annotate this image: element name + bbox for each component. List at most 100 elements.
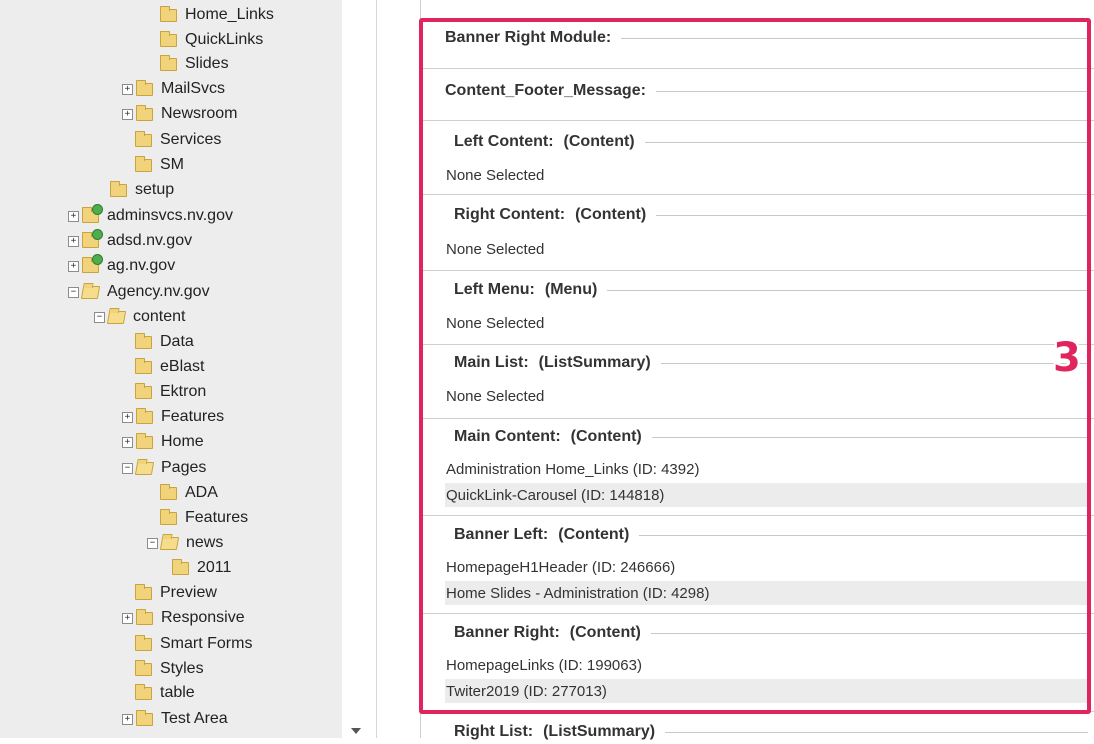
folder-icon <box>160 483 177 500</box>
expand-icon[interactable]: + <box>68 235 79 247</box>
folder-icon <box>160 5 177 22</box>
globe-icon <box>92 228 103 240</box>
tree-item-setup[interactable]: setup <box>110 178 174 202</box>
tree-item-table[interactable]: table <box>135 681 195 705</box>
section-title: Right List: <box>454 723 534 740</box>
annotation-highlight-box <box>419 18 1091 714</box>
pane-divider[interactable] <box>376 0 377 738</box>
tree-item-ektron[interactable]: Ektron <box>135 380 206 404</box>
tree-item-label: news <box>186 534 224 551</box>
globe-icon <box>92 203 103 215</box>
tree-item-responsive[interactable]: + Responsive <box>122 606 245 630</box>
folder-icon <box>172 558 189 575</box>
tree-item-news[interactable]: − news <box>147 531 223 555</box>
tree-item-label: table <box>160 684 195 701</box>
tree-item-label: Agency.nv.gov <box>107 283 210 300</box>
tree-item-smart-forms[interactable]: Smart Forms <box>135 632 252 656</box>
open-folder-icon <box>134 461 155 475</box>
tree-item-label: ag.nv.gov <box>107 257 176 274</box>
tree-item-agency-nv-gov[interactable]: − Agency.nv.gov <box>68 280 210 304</box>
folder-tree: Home_Links QuickLinks Slides + MailSvcs + News… <box>0 0 342 738</box>
folder-icon <box>136 608 153 625</box>
tree-item-label: content <box>133 308 186 325</box>
scroll-down-arrow-icon[interactable] <box>351 728 361 734</box>
folder-icon <box>135 382 152 399</box>
tree-item-features[interactable]: Features <box>160 506 248 530</box>
tree-item-label: Newsroom <box>161 105 238 122</box>
folder-icon <box>160 508 177 525</box>
tree-item-pages[interactable]: − Pages <box>122 456 206 480</box>
tree-item-preview[interactable]: Preview <box>135 581 217 605</box>
tree-item-features[interactable]: + Features <box>122 405 224 429</box>
tree-item-label: Smart Forms <box>160 635 253 652</box>
expand-icon[interactable]: + <box>68 260 79 272</box>
open-folder-icon <box>106 310 127 324</box>
collapse-icon[interactable]: − <box>94 311 105 323</box>
tree-item-label: QuickLinks <box>185 31 264 48</box>
collapse-icon[interactable]: − <box>147 537 158 549</box>
tree-item-label: Services <box>160 131 222 148</box>
expand-icon[interactable]: + <box>68 210 79 222</box>
tree-item-slides[interactable]: Slides <box>160 52 229 76</box>
tree-item-label: Home_Links <box>185 6 274 23</box>
tree-item-quicklinks[interactable]: QuickLinks <box>160 28 263 52</box>
tree-item-adsd-nv-gov[interactable]: + adsd.nv.gov <box>68 228 193 253</box>
tree-item-ada[interactable]: ADA <box>160 481 218 505</box>
folder-icon <box>135 155 152 172</box>
tree-item-label: Test Area <box>161 710 228 727</box>
tree-item-label: adsd.nv.gov <box>107 232 193 249</box>
folder-icon <box>110 180 127 197</box>
tree-item-adminsvcs-nv-gov[interactable]: + adminsvcs.nv.gov <box>68 203 233 228</box>
section-type: (ListSummary) <box>543 723 656 740</box>
tree-item-newsroom[interactable]: + Newsroom <box>122 102 237 126</box>
tree-item-home-links[interactable]: Home_Links <box>160 3 274 27</box>
folder-icon <box>136 407 153 424</box>
section-header: Right List: (ListSummary) <box>454 720 1088 744</box>
tree-scrollbar[interactable] <box>342 0 374 738</box>
tree-item-label: Features <box>161 408 225 425</box>
expand-icon[interactable]: + <box>122 436 133 448</box>
tree-item-styles[interactable]: Styles <box>135 657 204 681</box>
collapse-icon[interactable]: − <box>122 462 133 474</box>
site-folder-icon <box>82 203 103 223</box>
open-folder-icon <box>159 536 180 550</box>
tree-item-test-area[interactable]: + Test Area <box>122 707 228 731</box>
folder-icon <box>136 104 153 121</box>
tree-item-sm[interactable]: SM <box>135 153 184 177</box>
tree-item-label: adminsvcs.nv.gov <box>107 207 233 224</box>
tree-item-label: MailSvcs <box>161 80 226 97</box>
tree-item-label: Home <box>161 433 204 450</box>
expand-icon[interactable]: + <box>122 411 133 423</box>
tree-item-label: 2011 <box>197 559 232 576</box>
collapse-icon[interactable]: − <box>68 286 79 298</box>
tree-item-label: Pages <box>161 459 207 476</box>
tree-item-label: eBlast <box>160 358 205 375</box>
tree-item-label: SM <box>160 156 184 173</box>
tree-item-label: Features <box>185 509 249 526</box>
tree-item-mailsvcs[interactable]: + MailSvcs <box>122 77 225 101</box>
tree-item-label: ADA <box>185 484 218 501</box>
tree-item-label: Responsive <box>161 609 245 626</box>
tree-item-home[interactable]: + Home <box>122 430 204 454</box>
folder-icon <box>135 332 152 349</box>
folder-icon <box>135 357 152 374</box>
tree-item-services[interactable]: Services <box>135 128 221 152</box>
tree-item-label: setup <box>135 181 175 198</box>
section-rule <box>665 731 1088 733</box>
tree-item-label: Styles <box>160 660 204 677</box>
open-folder-icon <box>80 285 101 299</box>
folder-icon <box>135 583 152 600</box>
expand-icon[interactable]: + <box>122 713 133 725</box>
expand-icon[interactable]: + <box>122 108 133 120</box>
tree-item-content[interactable]: − content <box>94 305 185 329</box>
folder-icon <box>160 54 177 71</box>
expand-icon[interactable]: + <box>122 83 133 95</box>
tree-item-ag-nv-gov[interactable]: + ag.nv.gov <box>68 253 176 278</box>
tree-item-eblast[interactable]: eBlast <box>135 355 204 379</box>
tree-item-data[interactable]: Data <box>135 330 194 354</box>
tree-item-2011[interactable]: 2011 <box>172 556 231 580</box>
folder-icon <box>136 432 153 449</box>
expand-icon[interactable]: + <box>122 612 133 624</box>
tree-item-label: Slides <box>185 55 229 72</box>
annotation-badge: 3 <box>1053 335 1081 381</box>
